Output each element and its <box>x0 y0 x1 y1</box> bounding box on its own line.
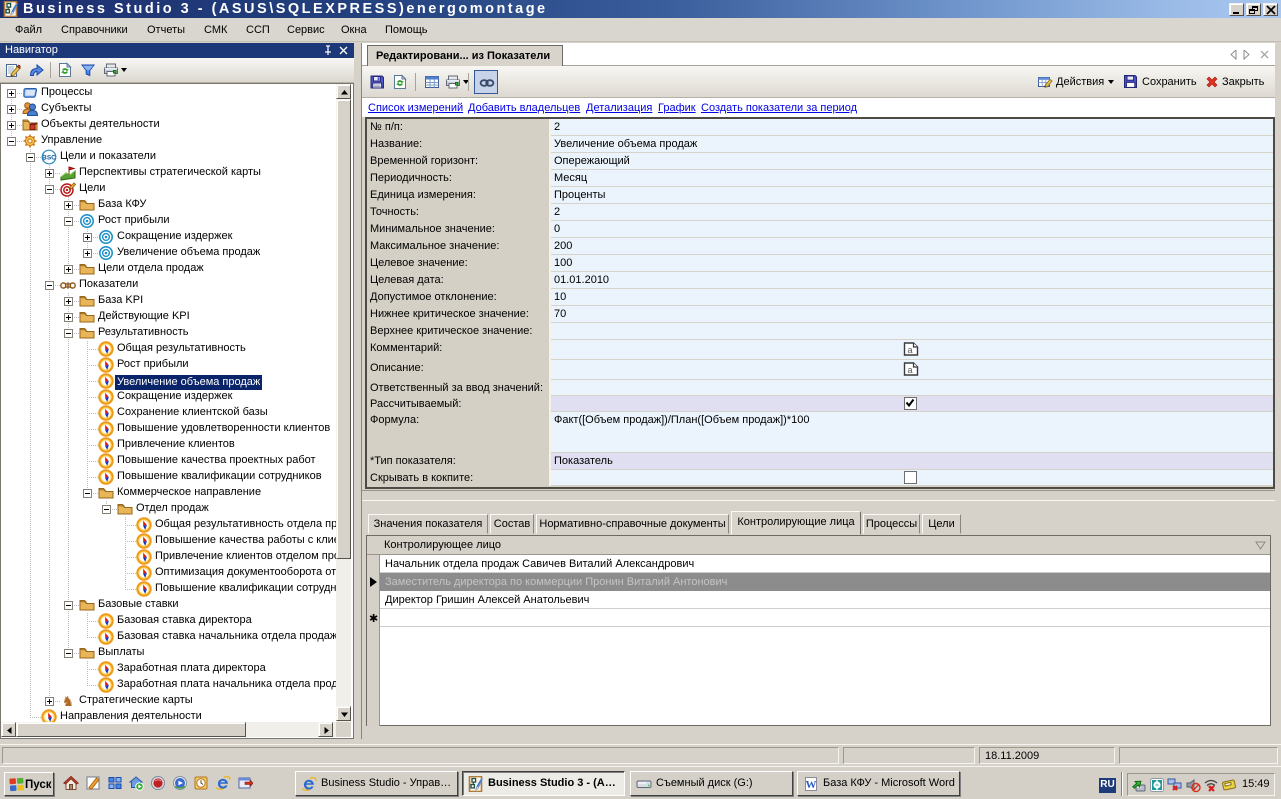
svg-text:W: W <box>806 779 817 791</box>
svg-text:BSC: BSC <box>42 155 56 162</box>
svg-text:a: a <box>907 345 912 355</box>
svg-text:a: a <box>907 365 912 375</box>
